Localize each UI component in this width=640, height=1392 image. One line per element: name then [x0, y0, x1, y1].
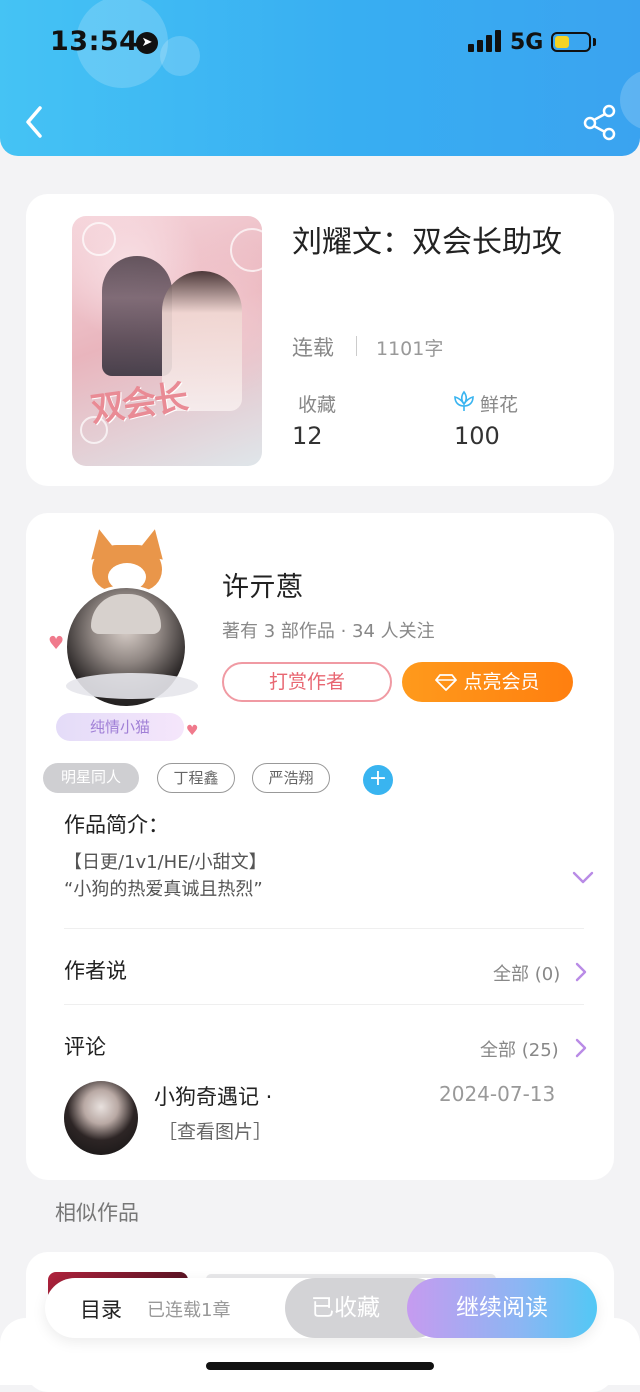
book-title: 刘耀文：双会长助攻 [292, 225, 562, 260]
flower-icon [454, 390, 474, 411]
signal-icon [468, 30, 502, 52]
work-details-card: ♥ ♥ 纯情小猫 许亓蒽 著有 3 部作品 · 34 人关注 打赏作者 点亮会员… [26, 513, 614, 1180]
flowers-label: 鲜花 [480, 394, 519, 416]
intro-title: 作品简介： [64, 813, 169, 837]
vip-button[interactable]: 点亮会员 [402, 662, 573, 702]
back-button[interactable] [18, 100, 58, 144]
tag-category[interactable]: 明星同人 [43, 763, 139, 793]
divider [64, 928, 584, 929]
battery-icon [551, 32, 591, 52]
share-icon [583, 104, 616, 141]
continue-reading-button[interactable]: 继续阅读 [407, 1278, 597, 1338]
top-header [0, 0, 640, 156]
book-info-card: 双会长 刘耀文：双会长助攻 连载 1101字 收藏 12 鲜花 100 [26, 194, 614, 486]
toc-button[interactable]: 目录 [80, 1294, 122, 1324]
reward-author-button[interactable]: 打赏作者 [222, 662, 392, 702]
comments-all-link[interactable]: 全部 (25) [480, 1036, 559, 1062]
divider [64, 1004, 584, 1005]
favorites-count: 12 [292, 422, 323, 450]
book-cover[interactable]: 双会长 [72, 216, 262, 466]
network-type: 5G [510, 30, 544, 55]
location-icon: ➤ [136, 32, 158, 54]
diamond-icon [435, 674, 458, 691]
comment-date: 2024-07-13 [439, 1082, 556, 1106]
home-indicator [206, 1362, 434, 1370]
decor-bubble [160, 36, 200, 76]
decor-bubble [620, 70, 640, 130]
add-tag-button[interactable]: + [363, 765, 393, 795]
commenter-name[interactable]: 小狗奇遇记 · [154, 1081, 272, 1111]
favorites-label: 收藏 [298, 394, 337, 416]
chevron-left-icon [26, 106, 42, 138]
battery-tip [593, 38, 596, 46]
tag-character[interactable]: 丁程鑫 [157, 763, 235, 793]
flowers-count: 100 [454, 422, 500, 450]
share-button[interactable] [580, 102, 620, 142]
serial-status: 连载 [292, 336, 334, 360]
commenter-avatar[interactable] [64, 1081, 138, 1155]
chevron-right-icon[interactable] [574, 961, 588, 983]
chevron-right-icon[interactable] [574, 1037, 588, 1059]
status-time: 13:54 [50, 26, 139, 57]
author-says-title: 作者说 [64, 959, 127, 983]
divider [356, 336, 357, 356]
chapter-status: 已连载1章 [147, 1300, 231, 1321]
author-stats: 著有 3 部作品 · 34 人关注 [222, 621, 435, 642]
author-avatar[interactable]: ♥ ♥ 纯情小猫 [46, 523, 214, 741]
comment-text[interactable]: ［查看图片］ [158, 1117, 272, 1144]
expand-chevron-down-icon[interactable] [572, 871, 594, 885]
tag-character[interactable]: 严浩翔 [252, 763, 330, 793]
corgi-decoration-icon [82, 523, 172, 593]
vip-button-label: 点亮会员 [463, 671, 540, 693]
word-count: 1101字 [376, 338, 444, 360]
avatar-cloud [66, 673, 198, 699]
avatar-badge: 纯情小猫 [56, 713, 184, 741]
author-says-all-link[interactable]: 全部 (0) [493, 960, 560, 986]
similar-works-title: 相似作品 [55, 1201, 139, 1225]
author-name[interactable]: 许亓蒽 [222, 565, 303, 604]
intro-text: 【日更/1v1/HE/小甜文】 [64, 852, 267, 873]
comments-title: 评论 [64, 1035, 106, 1059]
intro-text: “小狗的热爱真诚且热烈” [64, 879, 263, 900]
